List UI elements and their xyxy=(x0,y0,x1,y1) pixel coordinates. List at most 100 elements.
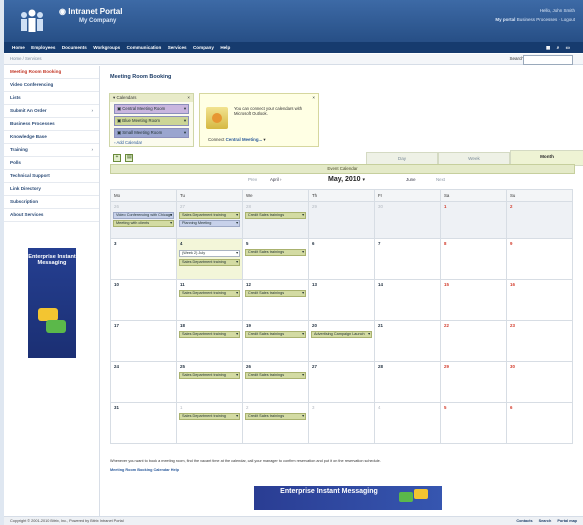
day-cell[interactable]: 6 xyxy=(506,402,573,444)
sidebar-item[interactable]: Business Processes xyxy=(4,118,99,131)
my-portal-link[interactable]: My portal xyxy=(495,17,515,22)
settings-icon[interactable]: ▤ xyxy=(125,154,134,162)
help-link[interactable]: Meeting Room Booking Calendar Help xyxy=(110,468,179,472)
day-cell[interactable]: 10 xyxy=(110,279,177,321)
sidebar-item[interactable]: Training › xyxy=(4,144,99,157)
search-input[interactable] xyxy=(523,55,573,65)
day-cell[interactable]: 27 xyxy=(308,361,375,403)
chevron-down-icon[interactable]: ▾ xyxy=(302,291,304,296)
day-cell[interactable]: 6 xyxy=(308,238,375,280)
day-cell[interactable]: 27 Sales Department training ▾ Planning Mee… xyxy=(176,201,243,239)
calendar-item[interactable]: ▣ Blue Meeting Room ▾ xyxy=(114,116,189,126)
add-event-icon[interactable]: + xyxy=(113,154,121,162)
search-icon[interactable]: ⌕ xyxy=(557,45,560,50)
chevron-down-icon[interactable]: ▾ xyxy=(236,373,238,378)
nav-services[interactable]: Services xyxy=(168,45,187,50)
calendar-event[interactable]: Credit Sales trainings ▾ xyxy=(245,212,306,219)
calendar-item[interactable]: ▣ Small Meeting Room ▾ xyxy=(114,128,189,138)
calendar-item[interactable]: ▣ Central Meeting Room ▾ xyxy=(114,104,189,114)
calendar-event[interactable]: Advertising Campaign Launch ▾ xyxy=(311,331,372,338)
prev-link[interactable]: Prev xyxy=(248,174,257,186)
calendar-event[interactable]: Sales Department training ▾ xyxy=(179,290,240,297)
day-cell[interactable]: 11 Sales Department training ▾ xyxy=(176,279,243,321)
grid-icon[interactable]: ▦ xyxy=(546,45,550,50)
next-link[interactable]: Next xyxy=(436,174,445,186)
day-cell[interactable]: 1 Sales Department training ▾ xyxy=(176,402,243,444)
day-cell[interactable]: 21 xyxy=(374,320,441,362)
calendar-event[interactable]: Sales Department training ▾ xyxy=(179,259,240,266)
footer-search-link[interactable]: Search xyxy=(539,519,552,523)
sidebar-item[interactable]: Link Directory xyxy=(4,183,99,196)
day-cell[interactable]: 2 Credit Sales trainings ▾ xyxy=(242,402,309,444)
day-cell[interactable]: 23 xyxy=(506,320,573,362)
logout-link[interactable]: Logout xyxy=(561,17,575,22)
nav-workgroups[interactable]: Workgroups xyxy=(93,45,120,50)
sidebar-item[interactable]: Video Conferencing xyxy=(4,79,99,92)
calendar-event[interactable]: Credit Sales trainings ▾ xyxy=(245,331,306,338)
messaging-banner[interactable]: Enterprise Instant Messaging xyxy=(254,486,442,510)
chevron-down-icon[interactable]: ▾ xyxy=(184,129,186,137)
window-icon[interactable]: ▭ xyxy=(566,45,570,50)
sidebar-item[interactable]: Meeting Room Booking xyxy=(4,66,99,79)
chevron-down-icon[interactable]: ▾ xyxy=(302,213,304,218)
day-cell[interactable]: 1 xyxy=(440,201,507,239)
sidebar-item[interactable]: About Services xyxy=(4,209,99,222)
next-month-link[interactable]: June xyxy=(406,174,416,186)
day-cell[interactable]: 13 xyxy=(308,279,375,321)
day-cell[interactable]: 5 Credit Sales trainings ▾ xyxy=(242,238,309,280)
day-cell[interactable]: 16 xyxy=(506,279,573,321)
day-cell[interactable]: 12 Credit Sales trainings ▾ xyxy=(242,279,309,321)
connect-calendar-link[interactable]: Central Meeting... xyxy=(226,137,263,142)
nav-help[interactable]: Help xyxy=(220,45,230,50)
day-cell[interactable]: 28 Credit Sales trainings ▾ xyxy=(242,201,309,239)
day-cell[interactable]: 14 xyxy=(374,279,441,321)
day-cell[interactable]: 15 xyxy=(440,279,507,321)
sidebar-item[interactable]: Submit An Order › xyxy=(4,105,99,118)
footer-portal-map-link[interactable]: Portal map xyxy=(557,519,577,523)
calendars-header[interactable]: ▾ Calendars × xyxy=(110,94,193,102)
day-cell[interactable]: 2 xyxy=(506,201,573,239)
calendar-event[interactable]: Sales Department training ▾ xyxy=(179,331,240,338)
day-cell[interactable]: 26 Video Conferencing with Chicago ▾ Meetin… xyxy=(110,201,177,239)
sidebar-item[interactable]: Lists xyxy=(4,92,99,105)
chevron-down-icon[interactable]: ▾ xyxy=(236,221,238,226)
close-icon[interactable]: × xyxy=(187,94,190,102)
close-icon[interactable]: × xyxy=(312,95,315,100)
chevron-down-icon[interactable]: ▾ xyxy=(302,332,304,337)
calendar-event[interactable]: Sales Department training ▾ xyxy=(179,372,240,379)
prev-month-link[interactable]: April › xyxy=(270,174,282,186)
chevron-down-icon[interactable]: ▾ xyxy=(302,250,304,255)
sidebar-item[interactable]: Subscription xyxy=(4,196,99,209)
calendar-event[interactable]: Sales Department training ▾ xyxy=(179,413,240,420)
breadcrumb[interactable]: Home / Services xyxy=(10,56,42,61)
nav-employees[interactable]: Employees xyxy=(31,45,55,50)
chevron-down-icon[interactable]: ▾ xyxy=(170,221,172,226)
nav-company[interactable]: Company xyxy=(193,45,214,50)
day-cell[interactable]: 30 xyxy=(374,201,441,239)
chevron-down-icon[interactable]: ▾ xyxy=(236,260,238,265)
calendar-event[interactable]: Meeting with clients ▾ xyxy=(113,220,174,227)
chevron-down-icon[interactable]: ▾ xyxy=(184,105,186,113)
day-cell[interactable]: 17 xyxy=(110,320,177,362)
day-cell[interactable]: 29 xyxy=(308,201,375,239)
sidebar-item[interactable]: Technical Support xyxy=(4,170,99,183)
day-cell[interactable]: 9 xyxy=(506,238,573,280)
day-cell[interactable]: 3 xyxy=(110,238,177,280)
chevron-down-icon[interactable]: ▾ xyxy=(236,213,238,218)
day-cell[interactable]: 22 xyxy=(440,320,507,362)
month-title[interactable]: May, 2010 ▾ xyxy=(328,174,365,186)
chevron-down-icon[interactable]: ▾ xyxy=(368,332,370,337)
day-cell[interactable]: 19 Credit Sales trainings ▾ xyxy=(242,320,309,362)
day-cell[interactable]: 18 Sales Department training ▾ xyxy=(176,320,243,362)
day-cell[interactable]: 5 xyxy=(440,402,507,444)
week-select[interactable]: (Week 2) July ▾ xyxy=(179,250,240,257)
chevron-down-icon[interactable]: ▾ xyxy=(236,414,238,419)
portal-title[interactable]: ◉ Intranet Portal xyxy=(59,7,122,16)
day-cell[interactable]: 7 xyxy=(374,238,441,280)
calendar-event[interactable]: Credit Sales trainings ▾ xyxy=(245,290,306,297)
calendar-event[interactable]: Credit Sales trainings ▾ xyxy=(245,413,306,420)
day-cell[interactable]: 24 xyxy=(110,361,177,403)
calendar-event[interactable]: Credit Sales trainings ▾ xyxy=(245,249,306,256)
calendar-event[interactable]: Credit Sales trainings ▾ xyxy=(245,372,306,379)
chevron-down-icon[interactable]: ▾ xyxy=(236,291,238,296)
